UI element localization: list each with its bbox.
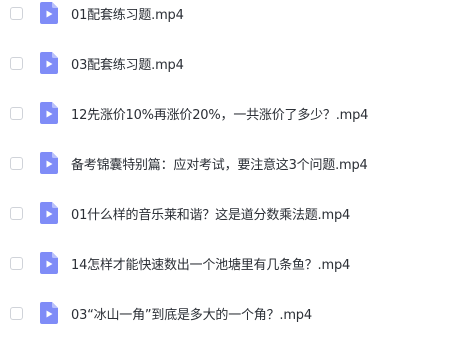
file-name[interactable]: 01什么样的音乐莱和谐？这是道分数乘法题.mp4 bbox=[71, 204, 350, 223]
file-row[interactable]: 03配套练习题.mp4 bbox=[0, 38, 457, 88]
video-file-icon bbox=[40, 202, 58, 224]
file-row[interactable]: 01什么样的音乐莱和谐？这是道分数乘法题.mp4 bbox=[0, 188, 457, 238]
file-name[interactable]: 备考锦囊特别篇：应对考试，要注意这3个问题.mp4 bbox=[71, 154, 368, 173]
file-row[interactable]: 备考锦囊特别篇：应对考试，要注意这3个问题.mp4 bbox=[0, 138, 457, 188]
file-name[interactable]: 12先涨价10%再涨价20%，一共涨价了多少？.mp4 bbox=[71, 104, 368, 123]
row-checkbox[interactable] bbox=[10, 156, 23, 170]
row-checkbox[interactable] bbox=[10, 256, 23, 270]
video-file-icon bbox=[40, 302, 58, 324]
file-row[interactable]: 12先涨价10%再涨价20%，一共涨价了多少？.mp4 bbox=[0, 88, 457, 138]
row-checkbox[interactable] bbox=[10, 6, 23, 20]
file-row[interactable]: 03“冰山一角”到底是多大的一个角？.mp4 bbox=[0, 288, 457, 338]
file-row[interactable]: 01配套练习题.mp4 bbox=[0, 0, 457, 38]
video-file-icon bbox=[40, 252, 58, 274]
video-file-icon bbox=[40, 52, 58, 74]
row-checkbox[interactable] bbox=[10, 106, 23, 120]
video-file-icon bbox=[40, 102, 58, 124]
file-name[interactable]: 01配套练习题.mp4 bbox=[71, 4, 184, 23]
file-list: 01配套练习题.mp4 03配套练习题.mp4 12先涨价10%再涨价20%，一… bbox=[0, 0, 457, 338]
row-checkbox[interactable] bbox=[10, 206, 23, 220]
video-file-icon bbox=[40, 2, 58, 24]
file-name[interactable]: 14怎样才能快速数出一个池塘里有几条鱼？.mp4 bbox=[71, 254, 350, 273]
file-row[interactable]: 14怎样才能快速数出一个池塘里有几条鱼？.mp4 bbox=[0, 238, 457, 288]
video-file-icon bbox=[40, 152, 58, 174]
file-name[interactable]: 03配套练习题.mp4 bbox=[71, 54, 184, 73]
row-checkbox[interactable] bbox=[10, 306, 23, 320]
file-name[interactable]: 03“冰山一角”到底是多大的一个角？.mp4 bbox=[71, 304, 312, 323]
row-checkbox[interactable] bbox=[10, 56, 23, 70]
